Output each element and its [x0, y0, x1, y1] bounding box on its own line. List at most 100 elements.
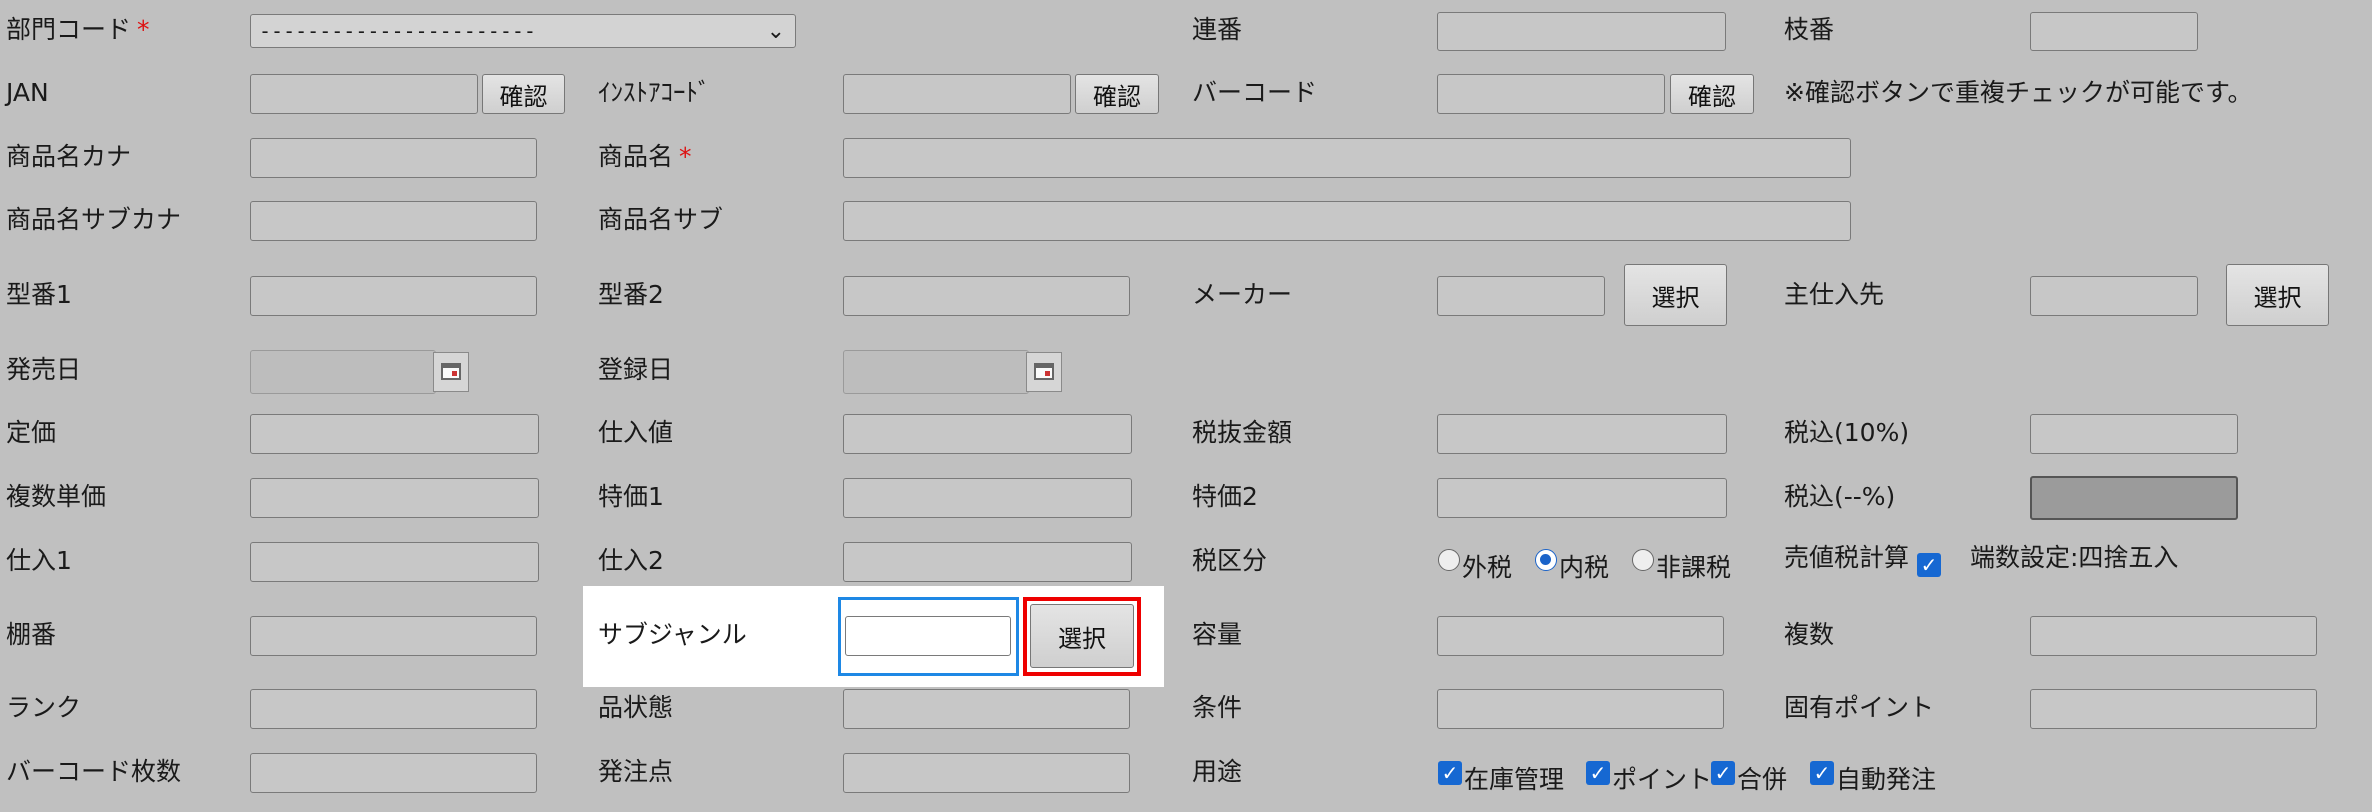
special1-label: 特価1 [598, 482, 664, 511]
dept-code-select[interactable]: ----------------------- ⌄ [250, 14, 796, 48]
tax-outer-radio[interactable] [1438, 549, 1460, 571]
reg-date-input[interactable] [843, 350, 1029, 394]
purchase2-label: 仕入2 [598, 546, 664, 575]
terms-input[interactable] [1437, 689, 1724, 729]
special1-input[interactable] [843, 478, 1132, 518]
reg-date-calendar-button[interactable] [1026, 352, 1062, 392]
list-price-label: 定価 [6, 418, 57, 447]
branch-input[interactable] [2030, 12, 2198, 51]
model2-label: 型番2 [598, 280, 664, 309]
chevron-down-icon: ⌄ [766, 19, 785, 44]
subgenre-select-button[interactable]: 選択 [1030, 604, 1134, 668]
supplier-input[interactable] [2030, 276, 2198, 316]
dept-code-label: 部門コード * [6, 15, 150, 44]
barcode-label: バーコード [1192, 78, 1318, 107]
model1-label: 型番1 [6, 280, 72, 309]
cost-label: 仕入値 [598, 418, 674, 447]
terms-label: 条件 [1192, 693, 1243, 722]
purchase2-input[interactable] [843, 542, 1132, 582]
usage-points-label: ポイント [1612, 765, 1713, 794]
multiple-input[interactable] [2030, 616, 2317, 656]
rank-input[interactable] [250, 689, 537, 729]
rounding-setting: 端数設定:四捨五入 [1970, 543, 2179, 572]
usage-auto-order-checkbox[interactable]: ✓ [1810, 761, 1834, 785]
release-date-label: 発売日 [6, 355, 82, 384]
capacity-label: 容量 [1192, 620, 1243, 649]
calendar-icon [1034, 363, 1054, 380]
incl-other-label: 税込(--%) [1784, 482, 1896, 511]
usage-points-checkbox[interactable]: ✓ [1586, 761, 1610, 785]
serial-label: 連番 [1192, 15, 1243, 44]
usage-label: 用途 [1192, 757, 1243, 786]
release-date-calendar-button[interactable] [433, 352, 469, 392]
instore-code-input[interactable] [843, 74, 1071, 114]
sub-kana-input[interactable] [250, 201, 537, 241]
tax-exempt-label: 非課税 [1656, 553, 1732, 582]
special2-input[interactable] [1437, 478, 1727, 518]
product-name-label: 商品名 * [598, 142, 692, 171]
multi-unit-input[interactable] [250, 478, 539, 518]
sub-kana-label: 商品名サブカナ [6, 205, 182, 234]
required-mark: * [137, 15, 150, 44]
jan-confirm-button[interactable]: 確認 [482, 74, 565, 114]
rank-label: ランク [6, 693, 82, 722]
confirm-note: ※確認ボタンで重複チェックが可能です。 [1784, 78, 2253, 107]
maker-input[interactable] [1437, 276, 1605, 316]
purchase1-input[interactable] [250, 542, 539, 582]
name-kana-label: 商品名カナ [6, 142, 132, 171]
reorder-point-label: 発注点 [598, 757, 674, 786]
serial-input[interactable] [1437, 12, 1726, 51]
multiple-label: 複数 [1784, 620, 1835, 649]
shelf-input[interactable] [250, 616, 537, 656]
barcode-count-input[interactable] [250, 753, 537, 793]
calendar-icon [441, 363, 461, 380]
subgenre-input[interactable] [845, 616, 1011, 656]
cost-input[interactable] [843, 414, 1132, 454]
incl-other-input [2030, 476, 2238, 520]
points-input[interactable] [2030, 689, 2317, 729]
sub-name-label: 商品名サブ [598, 205, 724, 234]
excl-tax-input[interactable] [1437, 414, 1727, 454]
supplier-select-button[interactable]: 選択 [2226, 264, 2329, 326]
jan-label: JAN [6, 78, 49, 107]
barcode-input[interactable] [1437, 74, 1665, 114]
usage-merge-checkbox[interactable]: ✓ [1711, 761, 1735, 785]
release-date-input[interactable] [250, 350, 436, 394]
tax-inner-label: 内税 [1559, 553, 1610, 582]
product-name-input[interactable] [843, 138, 1851, 178]
maker-label: メーカー [1192, 280, 1293, 309]
supplier-label: 主仕入先 [1784, 280, 1885, 309]
condition-label: 品状態 [598, 693, 674, 722]
model2-input[interactable] [843, 276, 1130, 316]
sell-tax-calc-checkbox[interactable]: ✓ [1917, 553, 1941, 577]
condition-input[interactable] [843, 689, 1130, 729]
reg-date-label: 登録日 [598, 355, 674, 384]
sell-tax-calc-label: 売値税計算 [1784, 543, 1910, 572]
barcode-confirm-button[interactable]: 確認 [1670, 74, 1754, 114]
capacity-input[interactable] [1437, 616, 1724, 656]
usage-merge-label: 合併 [1737, 765, 1788, 794]
usage-stock-checkbox[interactable]: ✓ [1438, 761, 1462, 785]
sub-name-input[interactable] [843, 201, 1851, 241]
multi-unit-label: 複数単価 [6, 482, 107, 511]
incl-10-label: 税込(10%) [1784, 418, 1910, 447]
purchase1-label: 仕入1 [6, 546, 72, 575]
tax-class-label: 税区分 [1192, 546, 1268, 575]
instore-confirm-button[interactable]: 確認 [1075, 74, 1159, 114]
reorder-point-input[interactable] [843, 753, 1130, 793]
tax-exempt-radio[interactable] [1632, 549, 1654, 571]
required-mark: * [679, 142, 692, 171]
special2-label: 特価2 [1192, 482, 1258, 511]
jan-input[interactable] [250, 74, 478, 114]
excl-tax-label: 税抜金額 [1192, 418, 1293, 447]
barcode-count-label: バーコード枚数 [6, 757, 182, 786]
maker-select-button[interactable]: 選択 [1624, 264, 1727, 326]
list-price-input[interactable] [250, 414, 539, 454]
model1-input[interactable] [250, 276, 537, 316]
name-kana-input[interactable] [250, 138, 537, 178]
tax-inner-radio[interactable] [1535, 549, 1557, 571]
points-label: 固有ポイント [1784, 693, 1935, 722]
tax-outer-label: 外税 [1462, 553, 1513, 582]
incl-10-input[interactable] [2030, 414, 2238, 454]
shelf-label: 棚番 [6, 620, 57, 649]
